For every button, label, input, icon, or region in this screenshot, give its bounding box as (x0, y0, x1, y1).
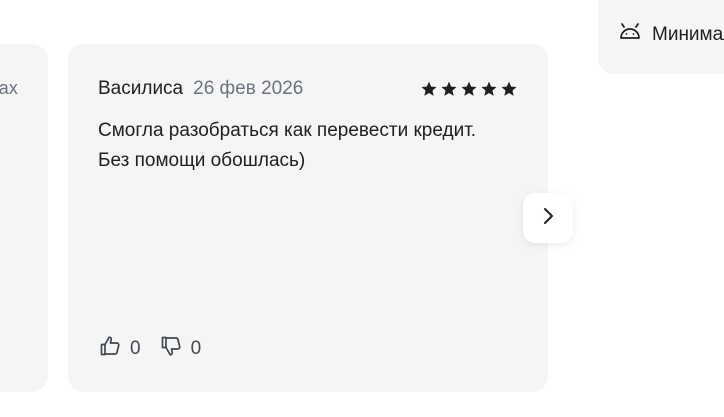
star-icon (500, 80, 518, 98)
platform-chip-label: Минимальная (652, 23, 724, 45)
like-button[interactable]: 0 (98, 334, 141, 363)
platform-requirements-chip[interactable]: Минимальная (598, 0, 724, 74)
review-text-line: Без помощи обошлась) (98, 150, 306, 171)
like-count: 0 (130, 337, 141, 359)
next-review-button[interactable] (523, 193, 573, 243)
star-icon (440, 80, 458, 98)
previous-review-text-fragment: ах (0, 78, 18, 98)
dislike-count: 0 (190, 337, 202, 359)
star-icon (460, 80, 478, 98)
review-author: Василиса (98, 78, 184, 99)
star-icon (420, 80, 438, 98)
thumbs-up-icon (98, 334, 122, 363)
chevron-right-icon (538, 206, 558, 231)
review-card: Василиса 26 фев 2026 Смогла разобраться … (68, 44, 548, 392)
review-votes: 0 0 (98, 334, 219, 363)
review-date: 26 фев 2026 (193, 78, 304, 99)
dislike-button[interactable]: 0 (159, 334, 202, 363)
review-header: Василиса 26 фев 2026 (98, 77, 518, 101)
review-body: Смогла разобраться как перевести кредит.… (98, 116, 518, 176)
platform-chip-content: Минимальная (618, 22, 724, 47)
reviews-carousel: ах Василиса 26 фев 2026 Смогла разобрать… (0, 0, 724, 417)
star-rating (420, 80, 518, 98)
review-text-line: Смогла разобраться как перевести кредит. (98, 120, 477, 141)
star-icon (480, 80, 498, 98)
android-icon (618, 22, 642, 47)
previous-review-card[interactable]: ах (0, 44, 48, 392)
thumbs-down-icon (159, 334, 183, 363)
